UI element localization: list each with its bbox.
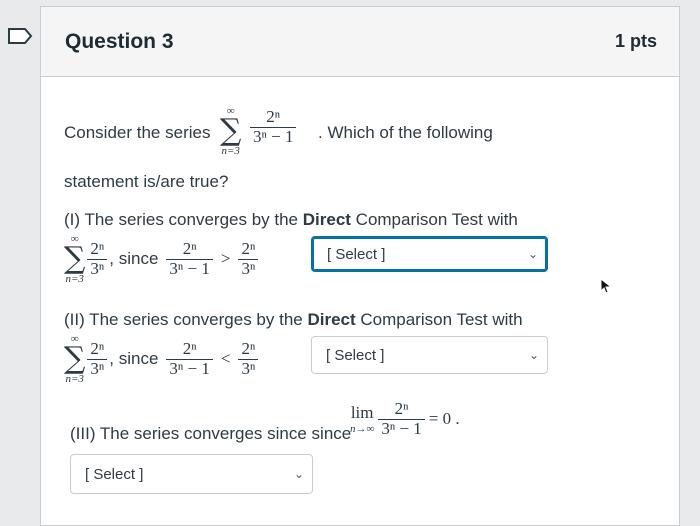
chevron-down-icon: ⌄ xyxy=(527,247,538,261)
chevron-down-icon: ⌄ xyxy=(293,467,304,481)
statement-1-select[interactable]: [ Select ] ⌄ xyxy=(311,236,548,272)
sigma-symbol: ∞ ∑ n=3 xyxy=(64,333,86,385)
series-expression: ∞ ∑ n=3 xyxy=(220,106,241,157)
statement-3-select[interactable]: [ Select ] ⌄ xyxy=(70,454,313,494)
chevron-down-icon: ⌄ xyxy=(528,348,539,362)
sigma-symbol: ∞ ∑ n=3 xyxy=(220,105,242,157)
intro-line2: statement is/are true? xyxy=(64,172,229,191)
series-fraction: 2ⁿ 3ⁿ − 1 xyxy=(250,107,297,146)
intro-text-after: . Which of the following xyxy=(318,123,493,142)
statement-3-text: (III) The series converges since since xyxy=(70,424,352,443)
question-header: Question 3 1 pts xyxy=(41,7,679,77)
intro-text: Consider the series xyxy=(64,123,211,142)
statement-2-text: (II) The series converges by the Direct … xyxy=(64,310,523,329)
select-value: [ Select ] xyxy=(326,346,385,364)
statement-1-text: (I) The series converges by the Direct C… xyxy=(64,210,518,229)
statement-1-math: ∞ ∑ n=3 2ⁿ 3ⁿ , since 2ⁿ 3ⁿ − 1 > 2ⁿ 3ⁿ xyxy=(64,233,259,285)
statement-3-math: lim n→∞ 2ⁿ 3ⁿ − 1 = 0 . xyxy=(350,399,460,438)
mouse-pointer-icon xyxy=(600,277,613,299)
select-value: [ Select ] xyxy=(327,245,386,263)
sigma-symbol: ∞ ∑ n=3 xyxy=(64,233,86,285)
bookmark-icon[interactable] xyxy=(0,0,40,72)
question-title: Question 3 xyxy=(65,29,174,53)
select-value: [ Select ] xyxy=(85,465,144,483)
statement-2-select[interactable]: [ Select ] ⌄ xyxy=(311,336,548,374)
question-points: 1 pts xyxy=(614,31,657,51)
statement-2-math: ∞ ∑ n=3 2ⁿ 3ⁿ , since 2ⁿ 3ⁿ − 1 < 2ⁿ 3ⁿ xyxy=(64,333,259,385)
